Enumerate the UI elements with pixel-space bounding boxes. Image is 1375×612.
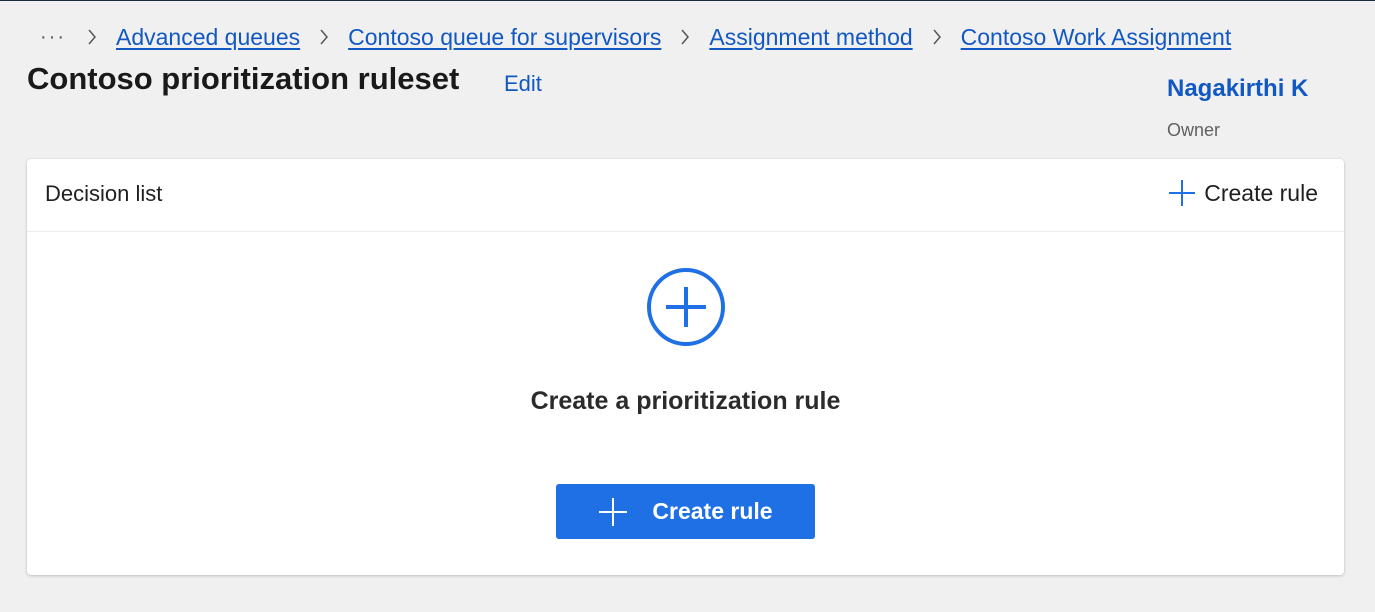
decision-list-title: Decision list (45, 181, 163, 206)
breadcrumb-contoso-work-assignment[interactable]: Contoso Work Assignment (961, 24, 1232, 51)
owner-name[interactable]: Nagakirthi K (1167, 75, 1308, 103)
chevron-right-icon (677, 29, 693, 45)
breadcrumb: ··· Advanced queues Contoso queue for su… (40, 21, 1247, 53)
chevron-right-icon (929, 29, 945, 45)
empty-state-text: Create a prioritization rule (530, 387, 841, 415)
edit-link[interactable]: Edit (504, 71, 542, 97)
add-circle-icon (646, 267, 726, 347)
decision-list-card: Decision list Create rule Create a prior… (27, 159, 1344, 575)
plus-icon (1168, 179, 1196, 207)
create-rule-button[interactable]: Create rule (556, 484, 815, 539)
breadcrumb-assignment-method[interactable]: Assignment method (709, 24, 912, 51)
plus-icon (598, 497, 628, 527)
owner-role: Owner (1167, 120, 1221, 140)
more-horizontal-icon[interactable]: ··· (40, 27, 66, 47)
breadcrumb-advanced-queues[interactable]: Advanced queues (116, 24, 300, 51)
empty-state: Create a prioritization rule Create rule (27, 231, 1344, 575)
chevron-right-icon (316, 29, 332, 45)
card-header: Decision list Create rule (27, 159, 1344, 232)
page-title: Contoso prioritization ruleset (27, 61, 460, 96)
breadcrumb-contoso-queue[interactable]: Contoso queue for supervisors (348, 24, 661, 51)
chevron-right-icon (84, 29, 100, 45)
create-rule-command-label: Create rule (1204, 179, 1318, 206)
create-rule-button-label: Create rule (652, 498, 773, 524)
create-rule-command[interactable]: Create rule (1168, 179, 1318, 207)
